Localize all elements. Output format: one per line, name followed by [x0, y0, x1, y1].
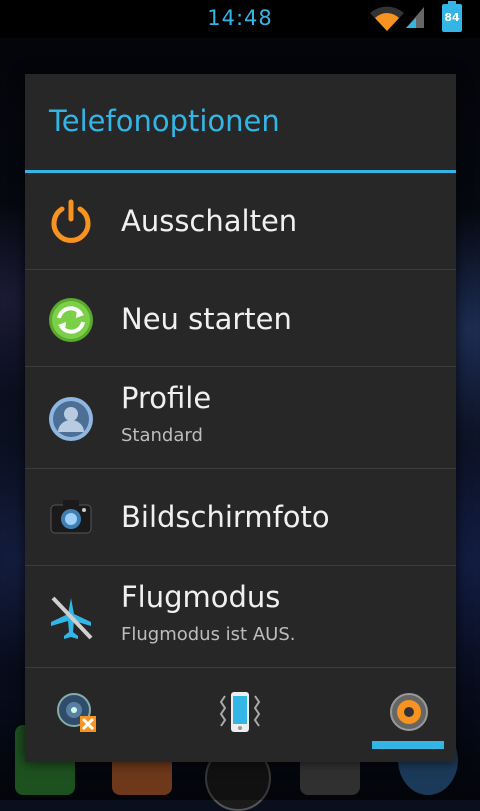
- power-icon: [51, 199, 91, 243]
- menu-item-screenshot[interactable]: Bildschirmfoto: [25, 469, 456, 565]
- menu-item-subtitle: Standard: [121, 425, 203, 446]
- menu-item-restart[interactable]: Neu starten: [25, 270, 456, 366]
- menu-item-power-off[interactable]: Ausschalten: [25, 173, 456, 269]
- vibrate-icon[interactable]: [215, 688, 265, 738]
- battery-icon: 84: [442, 1, 462, 32]
- menu-item-label: Profile: [121, 381, 212, 415]
- menu-item-airplane-mode[interactable]: Flugmodus Flugmodus ist AUS.: [25, 566, 456, 667]
- sound-mode-bar: [25, 668, 456, 762]
- menu-item-label: Neu starten: [121, 302, 292, 336]
- menu-item-subtitle: Flugmodus ist AUS.: [121, 624, 296, 645]
- status-bar: 14:48 84: [0, 0, 480, 38]
- sound-on-icon[interactable]: [385, 688, 435, 738]
- dialog-title: Telefonoptionen: [49, 104, 280, 138]
- selected-sound-indicator: [372, 741, 444, 749]
- airplane-icon: [51, 596, 93, 640]
- sound-mute-icon[interactable]: [52, 688, 102, 738]
- profile-icon: [49, 397, 93, 441]
- menu-item-label: Bildschirmfoto: [121, 500, 330, 534]
- menu-item-label: Flugmodus: [121, 580, 281, 614]
- menu-item-profile[interactable]: Profile Standard: [25, 367, 456, 468]
- wifi-icon: [370, 6, 404, 32]
- menu-item-label: Ausschalten: [121, 204, 298, 238]
- battery-level: 84: [444, 11, 460, 24]
- camera-icon: [50, 500, 92, 534]
- signal-icon: [406, 7, 424, 28]
- restart-icon: [49, 298, 93, 342]
- phone-options-dialog: Telefonoptionen Ausschalten Neu starten: [25, 74, 456, 762]
